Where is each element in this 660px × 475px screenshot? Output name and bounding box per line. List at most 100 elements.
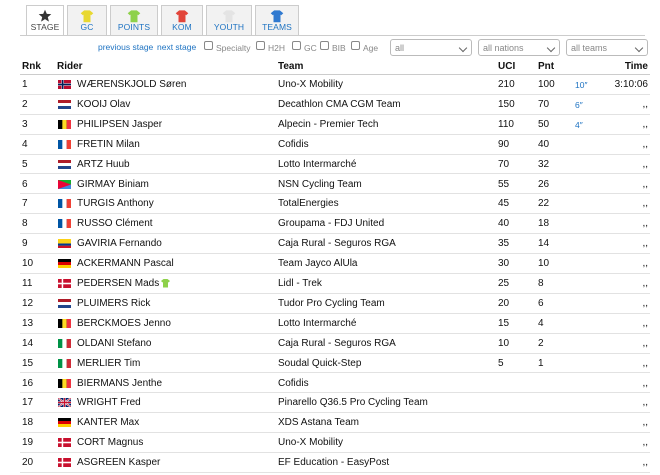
table-row[interactable]: 8 RUSSO Clément Groupama - FDJ United 40… [20, 214, 650, 235]
blue-jersey-icon [270, 10, 284, 23]
time-cell: ,, [642, 377, 648, 389]
uci-points-cell: 150 [498, 98, 515, 110]
h2h-checkbox[interactable] [256, 41, 265, 50]
team-link[interactable]: Uno-X Mobility [278, 79, 343, 90]
table-row[interactable]: 13 BERCKMOES Jenno Lotto Intermarché 15 … [20, 314, 650, 334]
table-row[interactable]: 11 PEDERSEN Mads Lidl - Trek 25 8 ,, [20, 274, 650, 294]
tab-stage-label: STAGE [30, 22, 60, 32]
time-cell: ,, [642, 218, 648, 230]
rank-cell: 5 [22, 158, 28, 170]
rider-link[interactable]: ACKERMANN Pascal [77, 258, 174, 269]
table-row[interactable]: 7 TURGIS Anthony TotalEnergies 45 22 ,, [20, 194, 650, 215]
team-link[interactable]: NSN Cycling Team [278, 179, 362, 190]
team-link[interactable]: Alpecin - Premier Tech [278, 119, 378, 130]
table-row[interactable]: 15 MERLIER Tim Soudal Quick-Step 5 1 ,, [20, 354, 650, 374]
table-row[interactable]: 1 WÆRENSKJOLD Søren Uno-X Mobility 210 1… [20, 75, 650, 95]
uci-points-cell: 15 [498, 317, 510, 329]
rider-link[interactable]: GAVIRIA Fernando [77, 238, 162, 249]
team-link[interactable]: XDS Astana Team [278, 417, 359, 428]
table-row[interactable]: 3 PHILIPSEN Jasper Alpecin - Premier Tec… [20, 115, 650, 135]
team-link[interactable]: Pinarello Q36.5 Pro Cycling Team [278, 397, 428, 408]
team-link[interactable]: Team Jayco AlUla [278, 258, 357, 269]
rider-link[interactable]: PLUIMERS Rick [77, 298, 150, 309]
team-link[interactable]: Cofidis [278, 139, 309, 150]
yellow-jersey-icon [80, 10, 94, 23]
rider-link[interactable]: KOOIJ Olav [77, 99, 130, 110]
tab-kom[interactable]: KOM [161, 5, 203, 35]
chevron-down-icon [458, 43, 468, 53]
rider-link[interactable]: GIRMAY Biniam [77, 179, 149, 190]
rider-link[interactable]: BERCKMOES Jenno [77, 318, 171, 329]
rider-link[interactable]: WRIGHT Fred [77, 397, 141, 408]
team-link[interactable]: Cofidis [278, 378, 309, 389]
team-link[interactable]: EF Education - EasyPost [278, 457, 389, 468]
age-checkbox[interactable] [351, 41, 360, 50]
nations-select[interactable]: all nations [478, 39, 560, 56]
star-icon [38, 9, 52, 22]
rider-link[interactable]: FRETIN Milan [77, 139, 140, 150]
rider-link[interactable]: KANTER Max [77, 417, 139, 428]
specialty-checkbox[interactable] [204, 41, 213, 50]
uci-points-cell: 30 [498, 258, 510, 270]
bib-checkbox[interactable] [320, 41, 329, 50]
time-cell: 3:10:06 [614, 79, 648, 90]
table-row[interactable]: 6 GIRMAY Biniam NSN Cycling Team 55 26 ,… [20, 175, 650, 195]
team-link[interactable]: Uno-X Mobility [278, 437, 343, 448]
team-link[interactable]: Lotto Intermarché [278, 318, 356, 329]
table-row[interactable]: 14 OLDANI Stefano Caja Rural - Seguros R… [20, 334, 650, 354]
table-row[interactable]: 17 WRIGHT Fred Pinarello Q36.5 Pro Cycli… [20, 393, 650, 414]
rider-link[interactable]: BIERMANS Jenthe [77, 378, 162, 389]
table-row[interactable]: 12 PLUIMERS Rick Tudor Pro Cycling Team … [20, 294, 650, 314]
rider-link[interactable]: TURGIS Anthony [77, 198, 154, 209]
rider-link[interactable]: MERLIER Tim [77, 358, 140, 369]
table-row[interactable]: 2 KOOIJ Olav Decathlon CMA CGM Team 150 … [20, 95, 650, 115]
tab-gc[interactable]: GC [67, 5, 107, 35]
rider-link[interactable]: ARTZ Huub [77, 159, 130, 170]
points-cell: 50 [538, 118, 550, 130]
team-link[interactable]: Decathlon CMA CGM Team [278, 99, 401, 110]
uci-points-cell: 10 [498, 337, 510, 349]
team-link[interactable]: Tudor Pro Cycling Team [278, 298, 385, 309]
table-row[interactable]: 9 GAVIRIA Fernando Caja Rural - Seguros … [20, 234, 650, 255]
team-link[interactable]: TotalEnergies [278, 198, 339, 209]
bonus-seconds-cell: 6″ [575, 99, 583, 110]
rider-link[interactable]: ASGREEN Kasper [77, 457, 160, 468]
team-link[interactable]: Lotto Intermarché [278, 159, 356, 170]
rider-link[interactable]: WÆRENSKJOLD Søren [77, 79, 186, 90]
green-jersey-icon [127, 10, 141, 23]
header-rider: Rider [57, 61, 83, 72]
table-row[interactable]: 4 FRETIN Milan Cofidis 90 40 ,, [20, 135, 650, 155]
previous-stage-link[interactable]: previous stage [98, 42, 153, 52]
next-stage-link[interactable]: next stage [157, 42, 196, 52]
table-row[interactable]: 20 ASGREEN Kasper EF Education - EasyPos… [20, 453, 650, 473]
table-row[interactable]: 18 KANTER Max XDS Astana Team ,, [20, 413, 650, 434]
specialty-label: Specialty [216, 43, 251, 53]
rank-cell: 10 [22, 258, 34, 270]
table-row[interactable]: 19 CORT Magnus Uno-X Mobility ,, [20, 433, 650, 454]
points-cell: 14 [538, 238, 550, 250]
rider-link[interactable]: PEDERSEN Mads [77, 278, 159, 289]
nations-select-value: all nations [483, 43, 524, 53]
team-link[interactable]: Soudal Quick-Step [278, 358, 361, 369]
table-row[interactable]: 5 ARTZ Huub Lotto Intermarché 70 32 ,, [20, 155, 650, 175]
rider-link[interactable]: OLDANI Stefano [77, 338, 151, 349]
team-link[interactable]: Groupama - FDJ United [278, 218, 384, 229]
rider-link[interactable]: RUSSO Clément [77, 218, 153, 229]
tab-teams[interactable]: TEAMS [255, 5, 299, 35]
team-link[interactable]: Caja Rural - Seguros RGA [278, 338, 396, 349]
teams-select[interactable]: all teams [566, 39, 648, 56]
gc-checkbox[interactable] [292, 41, 301, 50]
uci-points-cell: 40 [498, 218, 510, 230]
tab-points[interactable]: POINTS [110, 5, 158, 35]
green-jersey-icon [161, 279, 170, 288]
team-link[interactable]: Lidl - Trek [278, 278, 322, 289]
tab-stage[interactable]: STAGE [26, 5, 64, 35]
team-link[interactable]: Caja Rural - Seguros RGA [278, 238, 396, 249]
tab-youth[interactable]: YOUTH [206, 5, 252, 35]
table-row[interactable]: 16 BIERMANS Jenthe Cofidis ,, [20, 374, 650, 394]
uci-points-cell: 110 [498, 118, 514, 130]
rider-link[interactable]: PHILIPSEN Jasper [77, 119, 162, 130]
table-row[interactable]: 10 ACKERMANN Pascal Team Jayco AlUla 30 … [20, 254, 650, 274]
specialty-select[interactable]: all [390, 39, 472, 56]
rider-link[interactable]: CORT Magnus [77, 437, 143, 448]
